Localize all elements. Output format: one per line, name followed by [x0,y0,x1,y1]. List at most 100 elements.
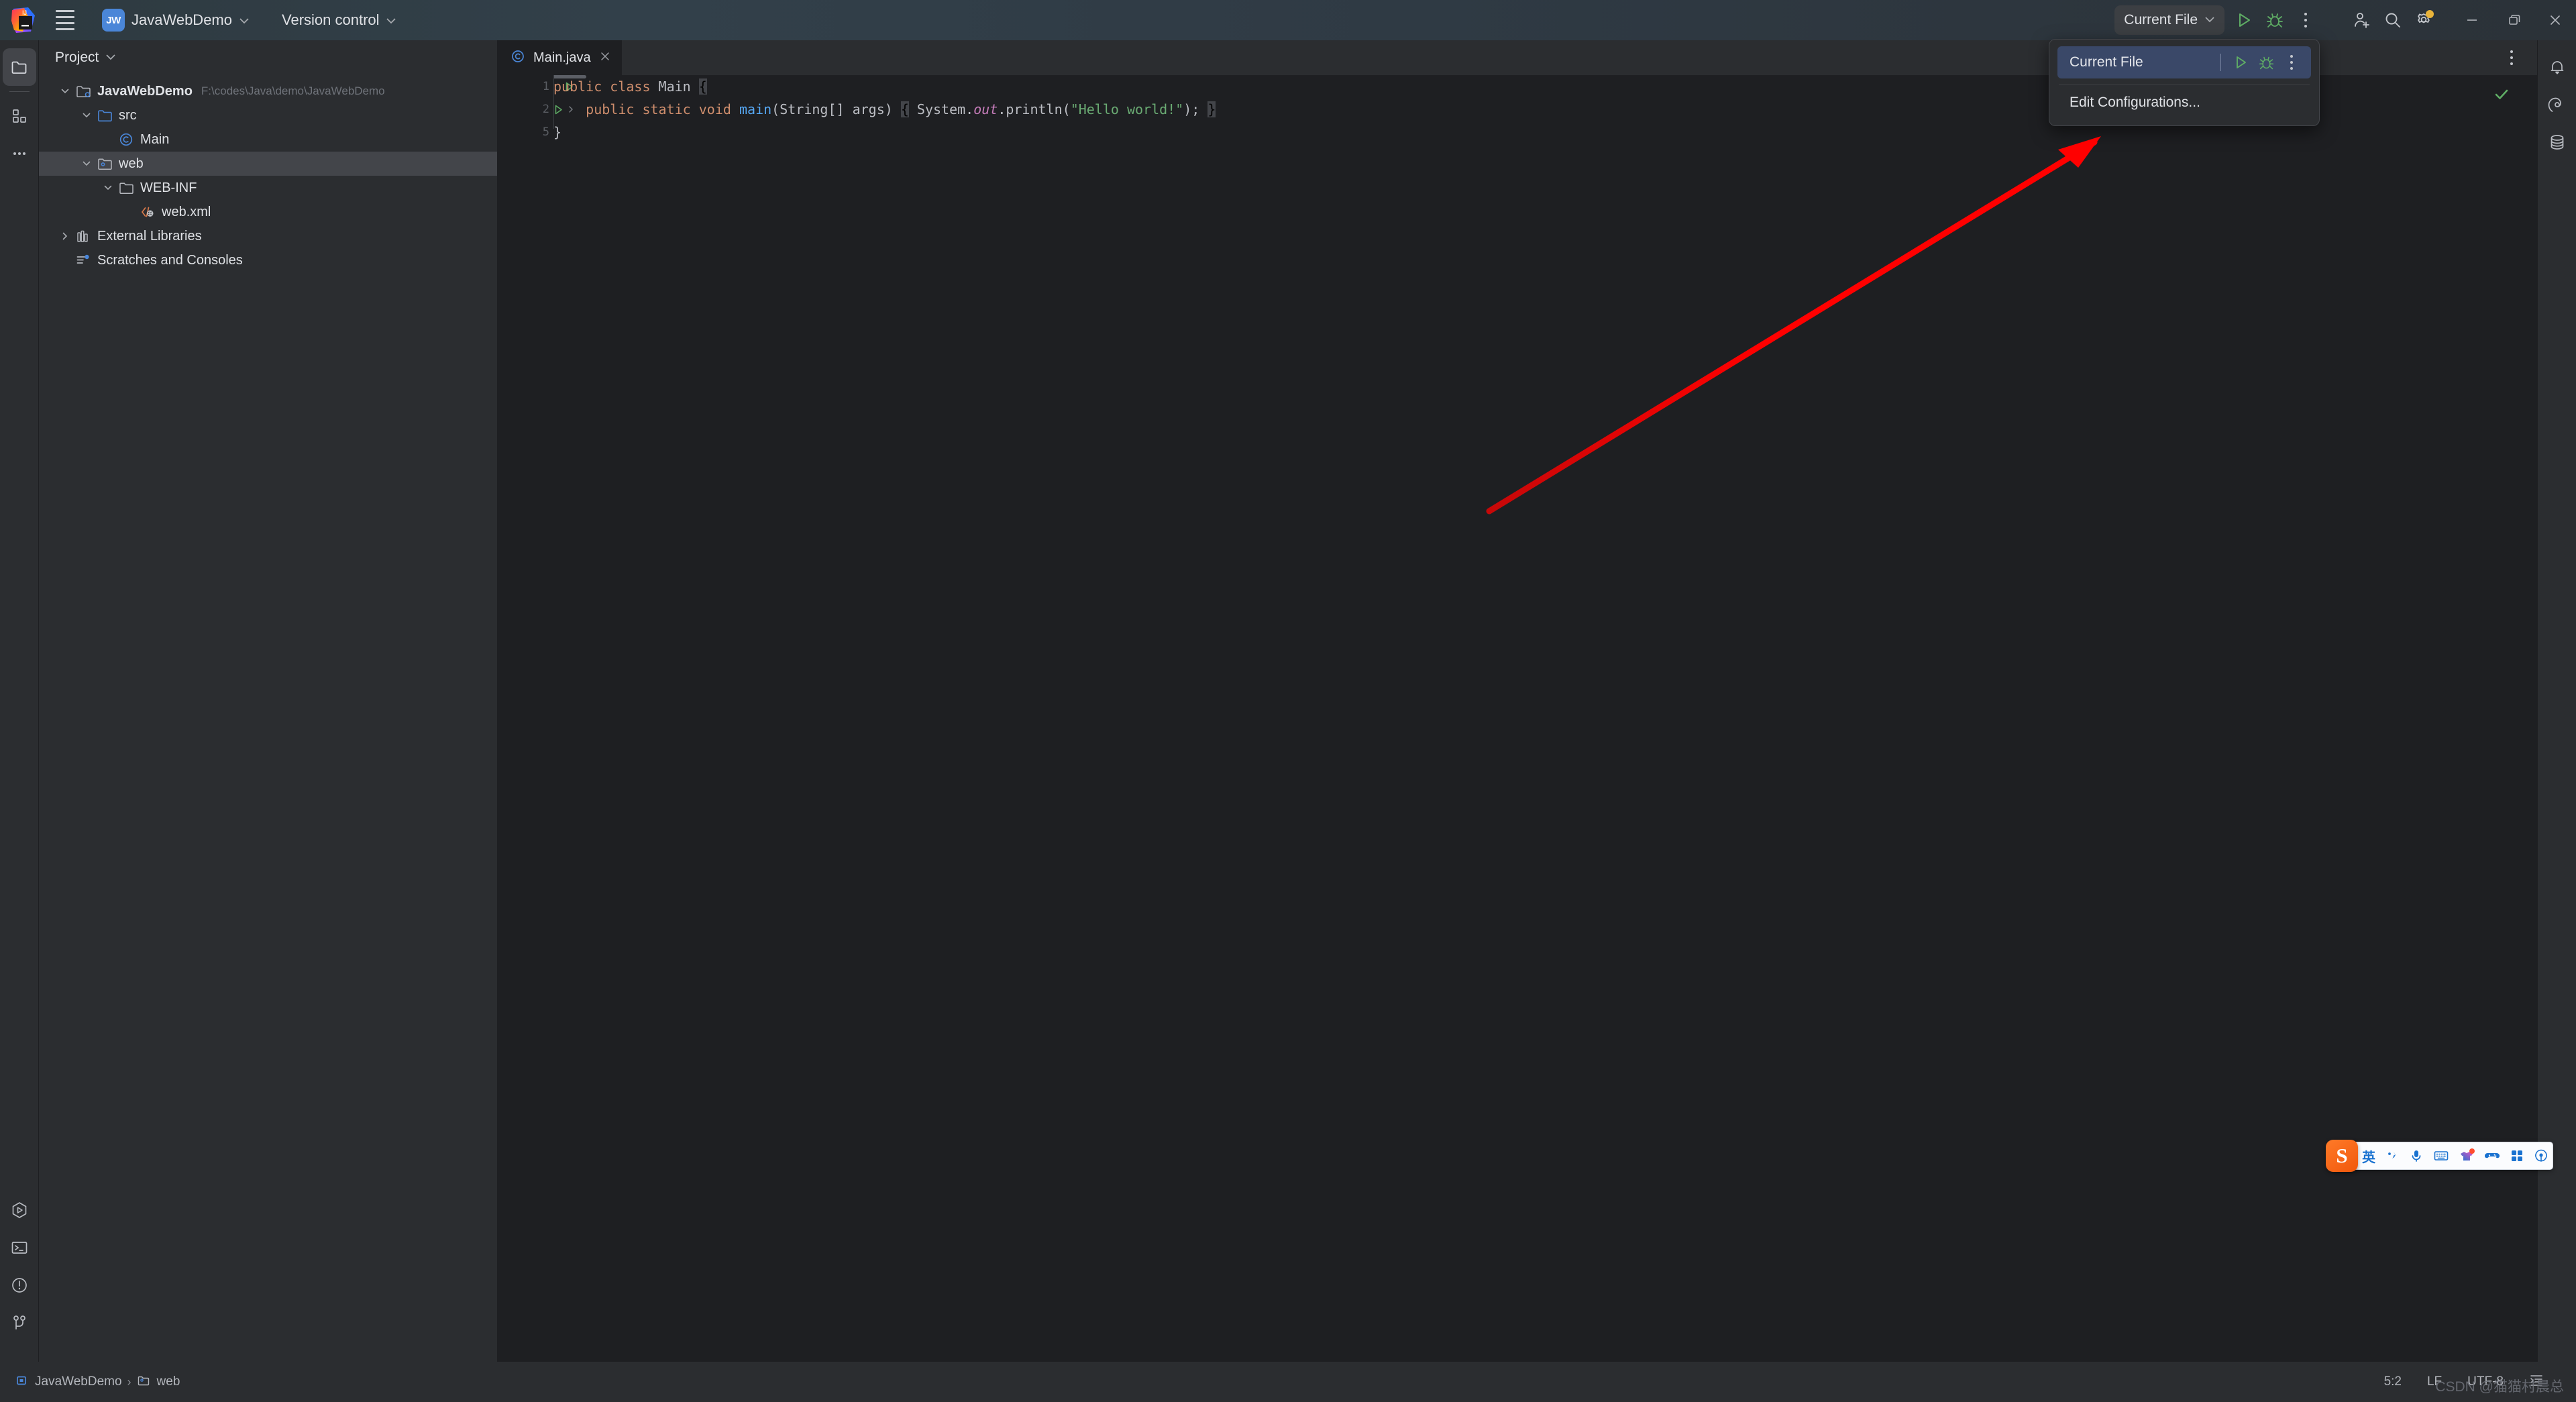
dropdown-item-current-file[interactable]: Current File [2057,46,2311,78]
page-title: Project [55,50,99,65]
settings-button[interactable] [2408,5,2439,36]
ime-gamepad-icon[interactable] [2484,1148,2500,1163]
tree-node-label: web [119,156,144,171]
sidebar-item-problems[interactable] [0,1266,39,1304]
tree-node-path: F:\codes\Java\demo\JavaWebDemo [201,85,385,97]
chevron-down-icon[interactable] [99,182,117,193]
tree-node-src[interactable]: src [39,103,497,127]
search-button[interactable] [2377,5,2408,36]
gutter-line-2: 2 [497,98,573,121]
chevron-right-icon[interactable] [56,231,74,241]
editor-gutter: 1 2 5 [497,75,573,1362]
divider [2220,54,2221,71]
chevron-down-icon [239,16,250,26]
minimize-button[interactable] [2451,0,2493,40]
editor-tab-main-java[interactable]: Main.java [497,40,622,75]
dropdown-item-edit-configurations[interactable]: Edit Configurations... [2057,85,2311,120]
project-tree: JavaWebDemo F:\codes\Java\demo\JavaWebDem… [39,75,497,272]
chevron-down-icon [105,52,116,64]
breadcrumb-label: JavaWebDemo [35,1374,122,1389]
tree-node-label: Scratches and Consoles [97,252,243,268]
ime-punctuation-icon[interactable] [2385,1148,2400,1163]
source-folder-icon [95,107,114,123]
tree-node-scratches-and-consoles[interactable]: Scratches and Consoles [39,248,497,272]
ime-settings-icon[interactable] [2534,1148,2548,1163]
sidebar-item-more[interactable] [0,135,39,172]
add-account-button[interactable] [2347,5,2377,36]
file-encoding[interactable]: UTF-8 [2467,1374,2504,1389]
sidebar-item-database[interactable] [2538,123,2576,161]
module-icon [15,1374,28,1391]
chevron-down-icon[interactable] [56,86,74,97]
ime-skin-badge [2469,1148,2475,1154]
status-bar: JavaWebDemo › web 5:2 LF UTF-8 [0,1362,2576,1402]
gutter-line-1: 1 [497,75,573,98]
caret-position[interactable]: 5:2 [2384,1374,2402,1389]
run-more-button[interactable] [2290,5,2321,36]
inspection-status-icon[interactable] [2493,86,2510,107]
sogou-ime-toolbar: S 英 [2326,1140,2553,1172]
dropdown-run-button[interactable] [2228,50,2253,75]
breadcrumb-item-project[interactable]: JavaWebDemo [15,1374,122,1391]
dropdown-debug-button[interactable] [2253,50,2279,75]
ime-microphone-icon[interactable] [2409,1148,2424,1163]
breadcrumb-separator: › [127,1374,131,1389]
project-tool-window: Project JavaWebDemo F:\codes\Java\demo\Ja… [39,40,497,1362]
line-separator[interactable]: LF [2427,1374,2442,1389]
project-selector[interactable]: JW JavaWebDemo [95,5,256,35]
tree-node-web[interactable]: web [39,152,497,176]
breadcrumb-label: web [156,1374,180,1389]
debug-button[interactable] [2259,5,2290,36]
chevron-down-icon[interactable] [78,110,95,121]
line-number: 2 [542,103,549,116]
divider [9,91,30,92]
run-button[interactable] [2229,5,2259,36]
project-module-icon [74,83,93,99]
sidebar-item-ai-assistant[interactable] [2538,86,2576,123]
folder-icon [117,180,136,196]
sidebar-item-structure[interactable] [0,97,39,135]
editor-tab-label: Main.java [533,50,591,65]
sogou-logo-icon[interactable]: S [2326,1140,2358,1172]
run-configuration-dropdown: Current File Edit Configurations... [2049,39,2320,126]
project-name: JavaWebDemo [131,11,232,28]
chevron-down-icon[interactable] [78,158,95,169]
java-class-icon [511,49,525,67]
sidebar-item-version-control[interactable] [0,1304,39,1342]
gutter-line-5: 5 [497,121,553,144]
version-control-selector[interactable]: Version control [276,8,402,32]
code-editor[interactable]: 125 public class Main { public static vo… [497,75,2537,1362]
dropdown-item-label: Current File [2070,54,2143,70]
project-panel-header[interactable]: Project [39,40,497,75]
sidebar-item-project[interactable] [3,48,36,86]
project-badge: JW [102,9,125,32]
tree-node-web-inf[interactable]: WEB-INF [39,176,497,200]
breadcrumb-item-web[interactable]: web [137,1374,180,1391]
indent-icon[interactable] [2529,1372,2544,1391]
sidebar-item-run[interactable] [0,1191,39,1229]
maximize-button[interactable] [2493,0,2534,40]
tree-node-external-libraries[interactable]: External Libraries [39,224,497,248]
close-button[interactable] [2534,0,2576,40]
dropdown-more-button[interactable] [2279,50,2304,75]
tree-node-label: JavaWebDemo [97,83,193,99]
editor-tab-options-button[interactable] [2510,50,2513,65]
tree-node-main[interactable]: Main [39,127,497,152]
tree-node-web-xml[interactable]: web.xml [39,200,497,224]
run-config-label: Current File [2124,12,2198,28]
ime-skin-icon[interactable] [2459,1148,2475,1163]
more-vertical-icon [2290,55,2293,70]
tree-node-label: web.xml [162,204,211,219]
close-icon[interactable] [599,50,611,65]
run-configuration-selector[interactable]: Current File [2114,5,2224,35]
ime-language-mode[interactable]: 英 [2362,1146,2375,1166]
sidebar-item-terminal[interactable] [0,1229,39,1266]
tree-node-label: src [119,107,137,123]
java-class-icon [117,131,136,148]
sidebar-item-notifications[interactable] [2538,48,2576,86]
ime-grid-icon[interactable] [2510,1148,2524,1163]
ime-keyboard-icon[interactable] [2433,1148,2449,1163]
tree-node-javawebdemo[interactable]: JavaWebDemo F:\codes\Java\demo\JavaWebDem… [39,79,497,103]
hamburger-menu-icon[interactable] [50,5,80,36]
